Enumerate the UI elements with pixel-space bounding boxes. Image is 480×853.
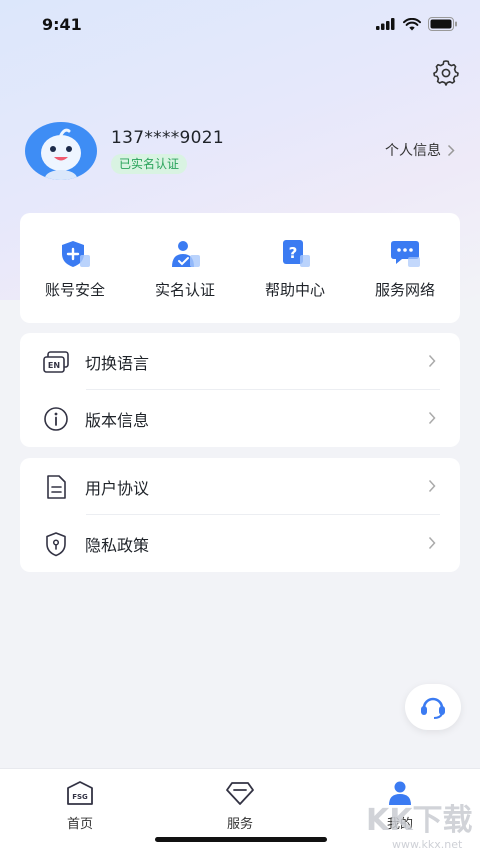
customer-service-button[interactable] [405, 684, 461, 730]
personal-info-label: 个人信息 [385, 143, 441, 159]
mascot-avatar-icon [25, 122, 97, 180]
watermark-logo: KK下载 www.kkx.net [366, 803, 473, 851]
menu-item-user-agreement[interactable]: 用户协议 [20, 458, 460, 515]
svg-text:KK下载: KK下载 [366, 803, 473, 838]
chevron-right-icon [428, 354, 436, 368]
tab-label: 首页 [66, 817, 93, 832]
quick-item-label: 账号安全 [44, 281, 105, 299]
menu-item-privacy-policy[interactable]: 隐私政策 [20, 515, 460, 572]
menu-item-label: 用户协议 [85, 478, 150, 498]
diamond-icon [226, 782, 254, 805]
legal-menu-card: 用户协议 隐私政策 [20, 458, 460, 572]
headset-icon [421, 697, 445, 719]
chat-dots-icon [391, 241, 420, 267]
phone-number: 137****9021 [111, 128, 225, 148]
quick-item-account-security[interactable]: 账号安全 [20, 213, 130, 323]
chevron-right-icon [428, 536, 436, 550]
wifi-icon [403, 17, 421, 30]
shield-plus-icon [62, 241, 90, 267]
status-icons [376, 17, 458, 31]
shield-lock-icon [46, 531, 66, 556]
quick-item-label: 服务网络 [374, 281, 435, 299]
menu-item-label: 版本信息 [85, 410, 150, 430]
quick-item-label: 实名认证 [154, 281, 215, 299]
settings-menu-card: EN 切换语言 版本信息 [20, 333, 460, 447]
chevron-right-icon [428, 411, 436, 425]
chevron-right-icon [447, 144, 455, 156]
menu-item-version-info[interactable]: 版本信息 [20, 390, 460, 447]
menu-item-switch-language[interactable]: EN 切换语言 [20, 333, 460, 390]
personal-info-link[interactable]: 个人信息 [385, 140, 455, 160]
document-icon [47, 474, 66, 499]
quick-actions-card: 账号安全 实名认证 ? 帮助中心 服务网络 [20, 213, 460, 323]
info-circle-icon [44, 406, 68, 431]
svg-text:EN: EN [48, 361, 60, 370]
help-question-icon: ? [283, 240, 310, 267]
signal-icon [376, 18, 395, 30]
language-en-icon: EN [43, 350, 69, 373]
quick-item-service-network[interactable]: 服务网络 [350, 213, 460, 323]
verified-badge: 已实名认证 [111, 154, 188, 174]
quick-item-label: 帮助中心 [264, 281, 325, 299]
svg-text:?: ? [289, 244, 298, 262]
tab-label: 服务 [226, 817, 253, 832]
chevron-right-icon [428, 479, 436, 493]
menu-item-label: 切换语言 [85, 353, 150, 373]
settings-button[interactable] [432, 58, 460, 86]
menu-item-label: 隐私政策 [85, 535, 150, 555]
gear-icon [433, 60, 459, 86]
status-bar: 9:41 [0, 0, 480, 48]
svg-text:www.kkx.net: www.kkx.net [392, 838, 463, 851]
quick-item-help-center[interactable]: ? 帮助中心 [240, 213, 350, 323]
status-time: 9:41 [42, 14, 82, 34]
avatar[interactable] [25, 122, 97, 180]
tab-home[interactable]: FSG 首页 [0, 769, 160, 853]
fsg-home-icon: FSG [67, 781, 93, 805]
home-indicator [155, 837, 327, 842]
battery-icon [428, 17, 457, 31]
person-check-icon [172, 241, 200, 267]
profile-section: 137****9021 已实名认证 个人信息 [25, 122, 465, 182]
svg-text:FSG: FSG [72, 793, 88, 801]
quick-item-real-name[interactable]: 实名认证 [130, 213, 240, 323]
